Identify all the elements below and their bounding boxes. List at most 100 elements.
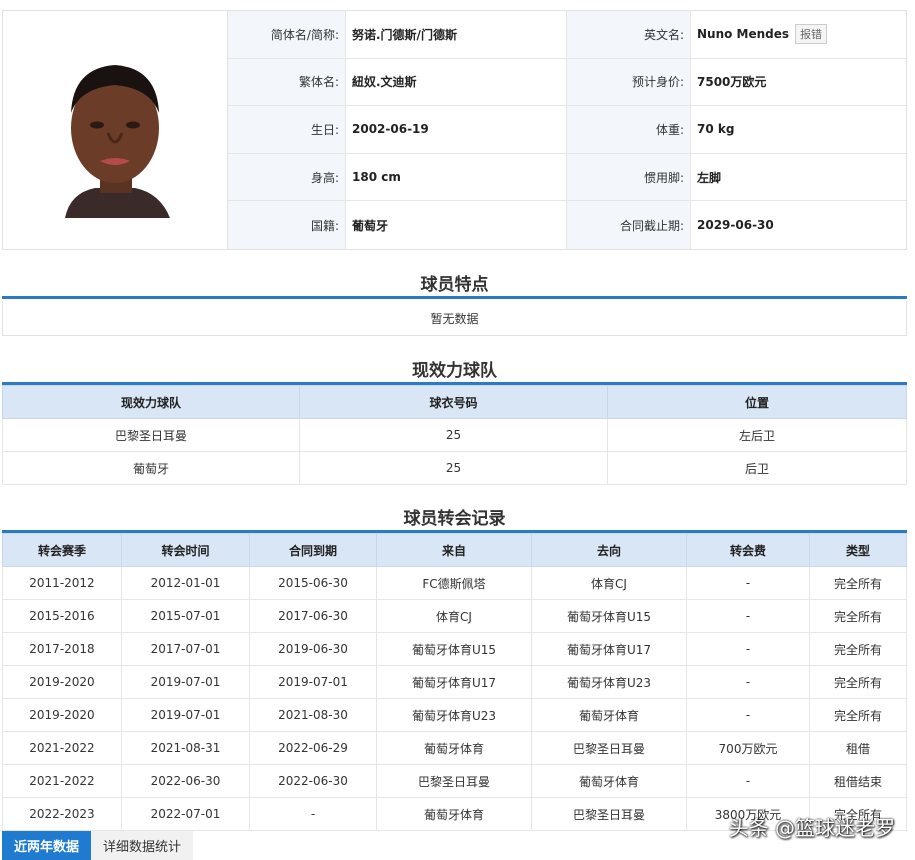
table-row: 2017-2018 2017-07-01 2019-06-30 葡萄牙体育U15 葡萄牙…: [2, 632, 907, 666]
to-club: 葡萄牙体育U15: [531, 599, 687, 633]
from-club: 葡萄牙体育: [376, 797, 532, 831]
to-club: 葡萄牙体育U23: [531, 665, 687, 699]
tab-detailed-stats[interactable]: 详细数据统计: [91, 831, 194, 860]
report-error-button[interactable]: 报错: [795, 24, 828, 45]
transfer-type: 完全所有: [809, 665, 907, 699]
transfer-fee: -: [686, 632, 810, 666]
to-club: 巴黎圣日耳曼: [531, 797, 687, 831]
to-club: 体育CJ: [531, 566, 687, 600]
to-club: 葡萄牙体育: [531, 764, 687, 798]
current-teams-table: 现效力球队 球衣号码 位置 巴黎圣日耳曼 25 左后卫 葡萄牙 25 后卫: [2, 385, 907, 485]
contract-expiry: 2019-07-01: [249, 665, 377, 699]
label-contract-end: 合同截止期:: [567, 201, 691, 249]
to-club: 葡萄牙体育U17: [531, 632, 687, 666]
transfer-season: 2021-2022: [2, 764, 122, 798]
section-divider: [2, 296, 907, 299]
transfer-type: 完全所有: [809, 566, 907, 600]
transfer-date: 2012-01-01: [121, 566, 250, 600]
label-market-value: 预计身价:: [567, 58, 691, 107]
transfer-season: 2017-2018: [2, 632, 122, 666]
section-title-transfers: 球员转会记录: [403, 509, 506, 529]
value-nationality: 葡萄牙: [346, 201, 567, 249]
column-header: 现效力球队: [2, 385, 300, 419]
table-row: 2021-2022 2021-08-31 2022-06-29 葡萄牙体育 巴黎圣日耳曼…: [2, 731, 907, 765]
table-row: 巴黎圣日耳曼 25 左后卫: [2, 418, 907, 452]
value-english-name: Nuno Mendes: [697, 27, 790, 42]
from-club: 体育CJ: [376, 599, 532, 633]
transfer-type: 租借: [809, 731, 907, 765]
contract-expiry: 2015-06-30: [249, 566, 377, 600]
transfer-type: 完全所有: [809, 632, 907, 666]
position: 后卫: [607, 451, 907, 485]
transfer-season: 2019-2020: [2, 698, 122, 732]
tab-recent-two-years[interactable]: 近两年数据: [2, 831, 92, 860]
section-title-current-teams: 现效力球队: [412, 361, 497, 381]
label-short-name: 简体名/简称:: [228, 11, 346, 59]
features-empty-text: 暂无数据: [2, 301, 907, 336]
column-header: 转会时间: [121, 533, 250, 567]
label-height: 身高:: [228, 153, 346, 202]
transfer-date: 2022-07-01: [121, 797, 250, 831]
position: 左后卫: [607, 418, 907, 452]
label-preferred-foot: 惯用脚:: [567, 153, 691, 202]
value-short-name: 努诺.门德斯/门德斯: [346, 11, 567, 59]
transfer-date: 2017-07-01: [121, 632, 250, 666]
from-club: 葡萄牙体育U17: [376, 665, 532, 699]
label-traditional-name: 繁体名:: [228, 58, 346, 107]
transfer-date: 2015-07-01: [121, 599, 250, 633]
value-height: 180 cm: [346, 153, 567, 202]
stats-tabs: 近两年数据 详细数据统计: [2, 831, 194, 860]
jersey-number: 25: [299, 451, 608, 485]
value-birthday: 2002-06-19: [346, 106, 567, 154]
from-club: 巴黎圣日耳曼: [376, 764, 532, 798]
table-header-row: 转会赛季 转会时间 合同到期 来自 去向 转会费 类型: [2, 533, 907, 567]
column-header: 转会费: [686, 533, 810, 567]
transfer-fee: 700万欧元: [686, 731, 810, 765]
contract-expiry: 2017-06-30: [249, 599, 377, 633]
column-header: 来自: [376, 533, 532, 567]
to-club: 巴黎圣日耳曼: [531, 731, 687, 765]
label-english-name: 英文名:: [567, 11, 691, 59]
contract-expiry: 2021-08-30: [249, 698, 377, 732]
column-header: 转会赛季: [2, 533, 122, 567]
table-row: 2015-2016 2015-07-01 2017-06-30 体育CJ 葡萄牙体育U1…: [2, 599, 907, 633]
contract-expiry: 2022-06-29: [249, 731, 377, 765]
transfer-fee: -: [686, 665, 810, 699]
team-name: 葡萄牙: [2, 451, 300, 485]
value-traditional-name: 紐奴.文迪斯: [346, 58, 567, 107]
player-photo-cell: [3, 11, 228, 249]
transfer-type: 租借结束: [809, 764, 907, 798]
value-preferred-foot: 左脚: [691, 154, 906, 202]
column-header: 球衣号码: [299, 385, 608, 419]
player-profile: 简体名/简称: 努诺.门德斯/门德斯 英文名: Nuno Mendes 报错 繁…: [2, 10, 907, 250]
table-row: 2021-2022 2022-06-30 2022-06-30 巴黎圣日耳曼 葡萄牙体育…: [2, 764, 907, 798]
transfer-date: 2019-07-01: [121, 665, 250, 699]
transfer-date: 2021-08-31: [121, 731, 250, 765]
section-title-features: 球员特点: [420, 275, 489, 295]
from-club: 葡萄牙体育U15: [376, 632, 532, 666]
from-club: FC德斯佩塔: [376, 566, 532, 600]
column-header: 合同到期: [249, 533, 377, 567]
value-contract-end: 2029-06-30: [697, 218, 774, 233]
transfer-fee: -: [686, 566, 810, 600]
transfer-date: 2022-06-30: [121, 764, 250, 798]
label-weight: 体重:: [567, 106, 691, 154]
transfer-type: 完全所有: [809, 599, 907, 633]
table-row: 2011-2012 2012-01-01 2015-06-30 FC德斯佩塔 体育CJ -…: [2, 566, 907, 600]
transfer-season: 2019-2020: [2, 665, 122, 699]
label-birthday: 生日:: [228, 106, 346, 154]
watermark-text: 头条 @篮球迷老罗: [728, 816, 895, 840]
column-header: 类型: [809, 533, 907, 567]
to-club: 葡萄牙体育: [531, 698, 687, 732]
value-english-name-cell: Nuno Mendes 报错: [691, 11, 906, 59]
transfer-season: 2021-2022: [2, 731, 122, 765]
transfer-fee: -: [686, 599, 810, 633]
label-nationality: 国籍:: [228, 201, 346, 249]
team-name: 巴黎圣日耳曼: [2, 418, 300, 452]
from-club: 葡萄牙体育U23: [376, 698, 532, 732]
value-weight: 70 kg: [691, 106, 906, 154]
value-market-value: 7500万欧元: [691, 59, 906, 107]
profile-info-grid: 简体名/简称: 努诺.门德斯/门德斯 英文名: Nuno Mendes 报错 繁…: [228, 11, 906, 249]
contract-expiry: 2019-06-30: [249, 632, 377, 666]
table-row: 2019-2020 2019-07-01 2019-07-01 葡萄牙体育U17 葡萄牙…: [2, 665, 907, 699]
